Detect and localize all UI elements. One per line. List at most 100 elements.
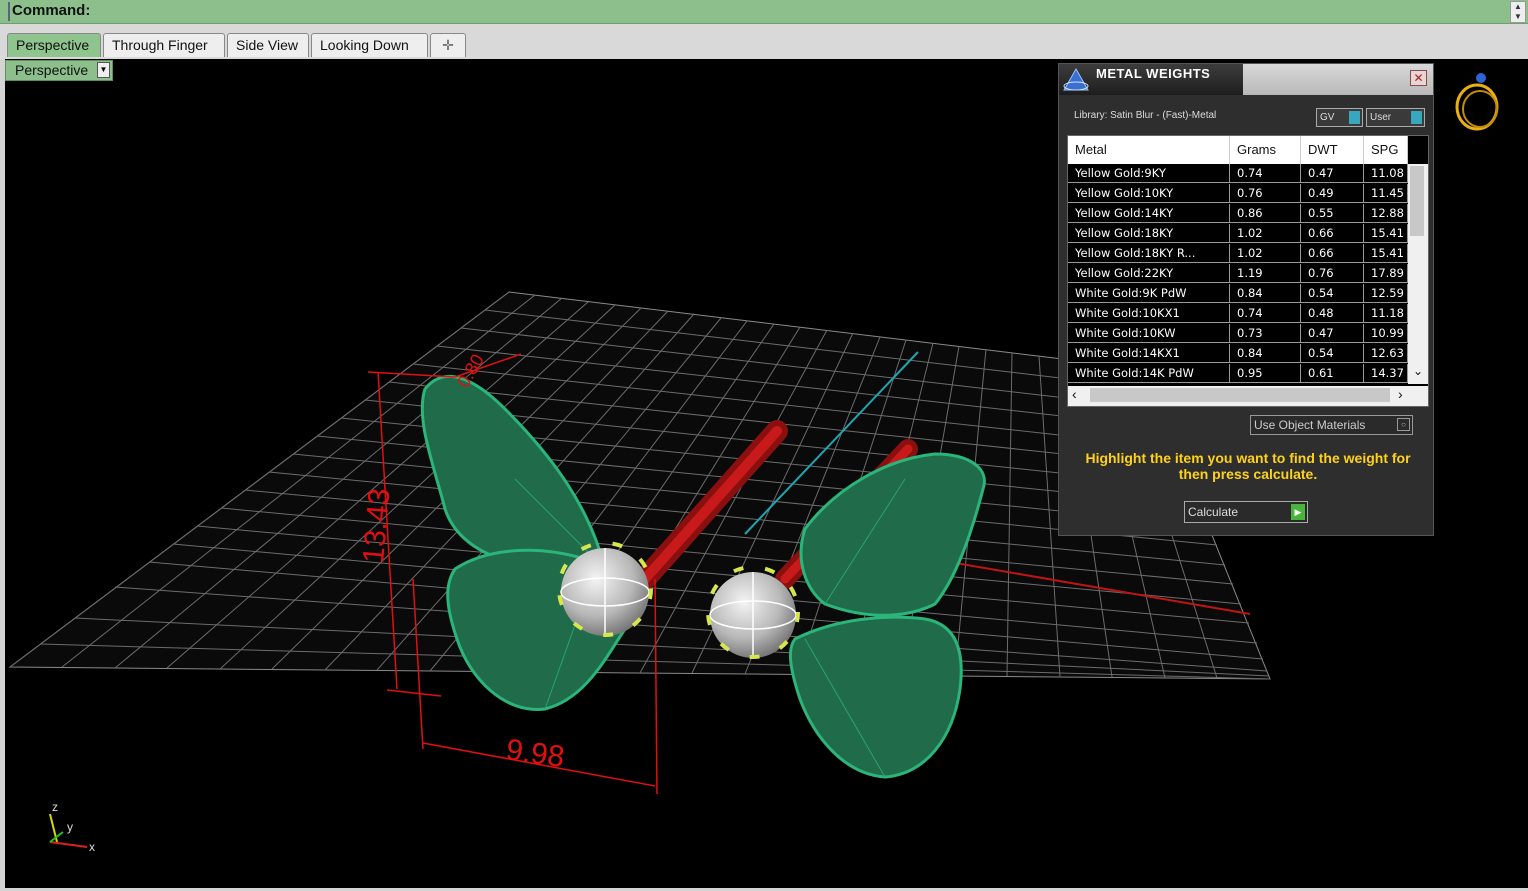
table-row[interactable]: White Gold:10KW 0.73 0.47 10.99 [1068, 324, 1408, 344]
command-label: Command: [12, 2, 91, 19]
instruction-text: Highlight the item you want to find the … [1085, 450, 1411, 482]
viewport-menu-dropdown[interactable]: ▼ [97, 62, 110, 78]
column-header-grams[interactable]: Grams [1230, 136, 1301, 164]
table-row[interactable]: Yellow Gold:9KY 0.74 0.47 11.08 [1068, 164, 1408, 184]
plus-icon: ✛ [442, 37, 454, 53]
svg-text:x: x [89, 840, 95, 854]
command-input[interactable] [104, 2, 1508, 23]
cell-grams: 1.02 [1230, 224, 1301, 243]
use-object-materials-toggle[interactable]: Use Object Materials ○ [1250, 415, 1413, 435]
cell-spg: 10.99 [1364, 324, 1408, 343]
user-toggle[interactable]: User [1366, 108, 1425, 127]
command-bar: Command: ▲ ▼ [0, 0, 1528, 24]
cell-metal: White Gold:10KX1 [1068, 304, 1230, 323]
cell-spg: 12.59 [1364, 284, 1408, 303]
cell-dwt: 0.61 [1301, 364, 1364, 383]
metal-weights-panel: METAL WEIGHTS ✕ Library: Satin Blur - (F… [1058, 63, 1434, 536]
table-row[interactable]: Yellow Gold:18KY R... 1.02 0.66 15.41 [1068, 244, 1408, 264]
table-row[interactable]: Yellow Gold:10KY 0.76 0.49 11.45 [1068, 184, 1408, 204]
cell-dwt: 0.49 [1301, 184, 1364, 203]
close-icon: ✕ [1413, 71, 1424, 85]
command-history-scroll[interactable]: ▲ ▼ [1510, 1, 1526, 23]
cell-dwt: 0.47 [1301, 324, 1364, 343]
horizontal-scroll-thumb[interactable] [1090, 388, 1390, 402]
cell-grams: 1.02 [1230, 244, 1301, 263]
cell-dwt: 0.55 [1301, 204, 1364, 223]
table-row[interactable]: Yellow Gold:14KY 0.86 0.55 12.88 [1068, 204, 1408, 224]
vertical-scroll-thumb[interactable] [1410, 166, 1424, 236]
cell-dwt: 0.66 [1301, 244, 1364, 263]
cell-spg: 11.08 [1364, 164, 1408, 183]
dimension-height: 13.43 [357, 487, 396, 565]
cell-grams: 0.84 [1230, 284, 1301, 303]
cell-grams: 0.73 [1230, 324, 1301, 343]
close-button[interactable]: ✕ [1410, 70, 1427, 86]
cell-metal: Yellow Gold:18KY [1068, 224, 1230, 243]
cell-grams: 1.19 [1230, 264, 1301, 283]
svg-text:y: y [67, 820, 73, 834]
cell-grams: 0.84 [1230, 344, 1301, 363]
cell-dwt: 0.47 [1301, 164, 1364, 183]
cell-metal: Yellow Gold:10KY [1068, 184, 1230, 203]
tab-side-view[interactable]: Side View [227, 33, 309, 57]
cell-grams: 0.74 [1230, 304, 1301, 323]
right-lower-wing [789, 615, 963, 779]
scroll-right-icon[interactable]: › [1398, 386, 1403, 402]
tab-perspective[interactable]: Perspective [7, 33, 101, 57]
cell-spg: 15.41 [1364, 224, 1408, 243]
panel-header: METAL WEIGHTS ✕ [1059, 64, 1433, 95]
tab-through-finger[interactable]: Through Finger [103, 33, 225, 57]
cell-spg: 11.18 [1364, 304, 1408, 323]
cell-dwt: 0.54 [1301, 344, 1364, 363]
table-header: Metal Grams DWT SPG [1068, 136, 1408, 164]
axis-indicator: z y x [49, 800, 95, 854]
cell-metal: Yellow Gold:18KY R... [1068, 244, 1230, 263]
calculate-button[interactable]: Calculate ▶ [1184, 501, 1308, 523]
column-header-spg[interactable]: SPG [1364, 136, 1408, 164]
column-header-dwt[interactable]: DWT [1301, 136, 1364, 164]
scroll-left-icon[interactable]: ‹ [1072, 386, 1077, 402]
table-row[interactable]: White Gold:10KX1 0.74 0.48 11.18 [1068, 304, 1408, 324]
ring-logo-icon [1455, 73, 1499, 131]
play-icon: ▶ [1291, 504, 1305, 520]
table-row[interactable]: White Gold:14KX1 0.84 0.54 12.63 [1068, 344, 1408, 364]
cell-grams: 0.86 [1230, 204, 1301, 223]
cell-metal: White Gold:14K PdW [1068, 364, 1230, 383]
cell-dwt: 0.76 [1301, 264, 1364, 283]
cell-spg: 17.89 [1364, 264, 1408, 283]
gv-toggle[interactable]: GV [1316, 108, 1363, 127]
radio-icon: ○ [1397, 418, 1410, 431]
column-header-metal[interactable]: Metal [1068, 136, 1230, 164]
cell-spg: 12.88 [1364, 204, 1408, 223]
cell-spg: 14.37 [1364, 364, 1408, 383]
metal-weights-logo-icon [1063, 67, 1089, 91]
cell-metal: White Gold:10KW [1068, 324, 1230, 343]
cell-metal: Yellow Gold:9KY [1068, 164, 1230, 183]
add-tab-button[interactable]: ✛ [430, 33, 466, 57]
table-row[interactable]: White Gold:14K PdW 0.95 0.61 14.37 [1068, 364, 1408, 384]
table-row[interactable]: Yellow Gold:22KY 1.19 0.76 17.89 [1068, 264, 1408, 284]
cell-metal: White Gold:14KX1 [1068, 344, 1230, 363]
cell-metal: Yellow Gold:22KY [1068, 264, 1230, 283]
cell-metal: White Gold:9K PdW [1068, 284, 1230, 303]
cell-dwt: 0.54 [1301, 284, 1364, 303]
metal-weights-table: Metal Grams DWT SPG Yellow Gold:9KY 0.74 0… [1067, 135, 1429, 407]
cell-spg: 11.45 [1364, 184, 1408, 203]
svg-text:z: z [52, 800, 58, 814]
library-label: Library: Satin Blur - (Fast)-Metal [1074, 110, 1217, 121]
cell-spg: 12.63 [1364, 344, 1408, 363]
cell-grams: 0.74 [1230, 164, 1301, 183]
scroll-down-icon[interactable]: ⌄ [1408, 364, 1428, 382]
cell-dwt: 0.66 [1301, 224, 1364, 243]
dimension-width: 9.98 [504, 733, 566, 774]
cell-grams: 0.95 [1230, 364, 1301, 383]
table-row[interactable]: White Gold:9K PdW 0.84 0.54 12.59 [1068, 284, 1408, 304]
tab-looking-down[interactable]: Looking Down [311, 33, 428, 57]
command-bar-grip [8, 2, 10, 21]
cell-metal: Yellow Gold:14KY [1068, 204, 1230, 223]
panel-title: METAL WEIGHTS [1096, 66, 1211, 81]
cell-grams: 0.76 [1230, 184, 1301, 203]
cell-spg: 15.41 [1364, 244, 1408, 263]
table-row[interactable]: Yellow Gold:18KY 1.02 0.66 15.41 [1068, 224, 1408, 244]
cell-dwt: 0.48 [1301, 304, 1364, 323]
